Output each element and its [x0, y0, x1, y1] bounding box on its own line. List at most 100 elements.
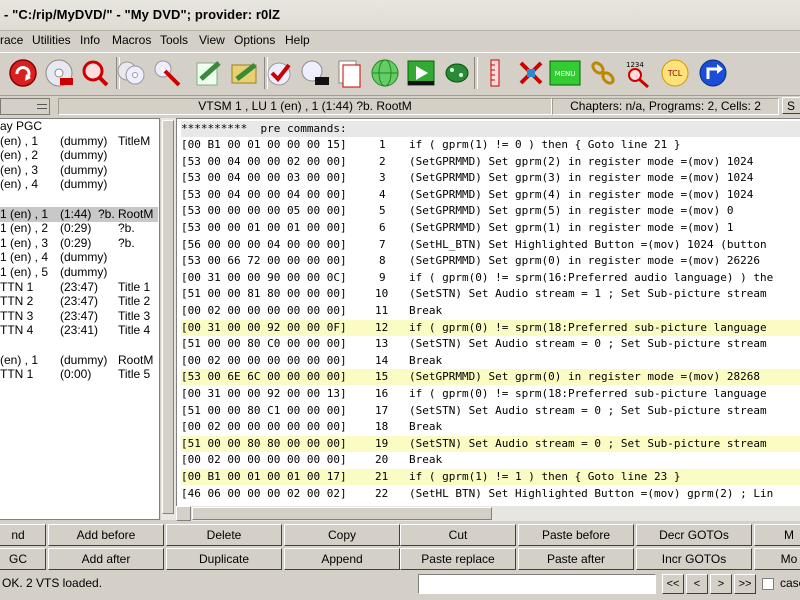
last-button[interactable]: >>	[734, 574, 756, 594]
check-icon[interactable]	[260, 55, 298, 91]
folder-icon[interactable]	[226, 55, 264, 91]
cut-button[interactable]: Cut	[400, 524, 516, 546]
incr-gotos-button[interactable]: Incr GOTOs	[636, 548, 752, 570]
command-row[interactable]: [53 00 04 00 00 02 00 00] 2 (SetGPRMMD) Se…	[181, 154, 800, 170]
delete-button[interactable]: Delete	[166, 524, 282, 546]
command-row[interactable]: [00 31 00 00 90 00 00 0C] 9 if ( gprm(0) !…	[181, 270, 800, 286]
copy-button[interactable]: Copy	[284, 524, 400, 546]
paste-before-button[interactable]: Paste before	[518, 524, 634, 546]
tree-item[interactable]	[0, 338, 158, 353]
pgc-selector[interactable]	[0, 98, 50, 115]
disc-icon[interactable]	[40, 55, 78, 91]
command-row[interactable]: [51 00 00 80 C1 00 00 00] 17 (SetSTN) Set …	[181, 403, 800, 419]
first-button[interactable]: <<	[662, 574, 684, 594]
tree-item[interactable]	[0, 192, 158, 207]
tree-item[interactable]: TTN 3 (23:47) Title 3	[0, 309, 158, 324]
menu-options[interactable]: Options	[234, 33, 275, 47]
code-hscrollbar[interactable]	[176, 506, 800, 521]
tree-item[interactable]: 1 (en) , 4 (dummy)	[0, 250, 158, 265]
tree-item[interactable]: TTN 1 (0:00) Title 5	[0, 367, 158, 382]
tree-scrollbar[interactable]	[161, 118, 176, 520]
add-before-button[interactable]: Add before	[48, 524, 164, 546]
add-after-button[interactable]: Add after	[48, 548, 164, 570]
command-row[interactable]: [53 00 04 00 00 04 00 00] 4 (SetGPRMMD) Se…	[181, 187, 800, 203]
command-row[interactable]: [53 00 00 01 00 01 00 00] 6 (SetGPRMMD) Se…	[181, 220, 800, 236]
tree-item[interactable]: 1 (en) , 5 (dummy)	[0, 265, 158, 280]
command-row[interactable]: [53 00 6E 6C 00 00 00 00] 15 (SetGPRMMD) S…	[181, 369, 800, 386]
ruler-icon[interactable]	[476, 55, 514, 91]
play-icon[interactable]	[402, 55, 440, 91]
case-checkbox[interactable]	[762, 578, 774, 590]
paste-after-button[interactable]: Paste after	[518, 548, 634, 570]
document-icon[interactable]	[330, 55, 368, 91]
append-button[interactable]: Append	[284, 548, 400, 570]
tree-item[interactable]: (en) , 2 (dummy)	[0, 148, 158, 163]
tree-item[interactable]: 1 (en) , 2 (0:29) ?b.	[0, 221, 158, 236]
tcl-magnifier-icon[interactable]: 1234	[620, 55, 658, 91]
tree-item[interactable]: (en) , 1 (dummy) RootM	[0, 353, 158, 368]
command-row[interactable]: [00 B1 00 01 00 01 00 17] 21 if ( gprm(1) …	[181, 469, 800, 485]
command-listing[interactable]: ********** pre commands: [00 B1 00 01 00…	[176, 118, 800, 521]
command-row[interactable]: [53 00 00 00 00 05 00 00] 5 (SetGPRMMD) Se…	[181, 203, 800, 219]
prev-button[interactable]: <	[686, 574, 708, 594]
tree-item[interactable]: 1 (en) , 3 (0:29) ?b.	[0, 236, 158, 251]
chain-icon[interactable]	[584, 55, 622, 91]
command-row[interactable]: [00 02 00 00 00 00 00 00] 20 Break	[181, 452, 800, 468]
more-button[interactable]: Mo	[754, 548, 800, 570]
menu-utilities[interactable]: Utilities	[32, 33, 71, 47]
magnifier-icon[interactable]	[76, 55, 114, 91]
command-row[interactable]: [46 06 00 00 00 02 00 02] 22 (SetHL BTN) S…	[181, 486, 800, 502]
discs-icon[interactable]	[112, 55, 150, 91]
tree-item[interactable]: TTN 4 (23:41) Title 4	[0, 323, 158, 338]
tcl-icon[interactable]: TCL	[656, 55, 694, 91]
scroll-left-button[interactable]	[176, 506, 191, 521]
menu-info[interactable]: Info	[80, 33, 100, 47]
pgc-button[interactable]: GC	[0, 548, 46, 570]
command-row[interactable]: [56 00 00 00 04 00 00 00] 7 (SetHL_BTN) Se…	[181, 237, 800, 253]
tree-item[interactable]: (en) , 1 (dummy) TitleM	[0, 134, 158, 149]
menu-trace[interactable]: race	[0, 33, 23, 47]
next-button[interactable]: >	[710, 574, 732, 594]
command-row[interactable]: [00 B1 00 01 00 00 00 15] 1 if ( gprm(1) !…	[181, 137, 800, 153]
command-row[interactable]: [53 00 04 00 00 03 00 00] 3 (SetGPRMMD) Se…	[181, 170, 800, 186]
s-button[interactable]: S	[782, 97, 800, 114]
find-button[interactable]: nd	[0, 524, 46, 546]
pgc-tree[interactable]: ay PGC (en) , 1 (dummy) TitleM (en) , 2 (dumm…	[0, 118, 160, 520]
scroll-thumb[interactable]	[162, 120, 174, 514]
tree-item[interactable]: (en) , 3 (dummy)	[0, 163, 158, 178]
command-row[interactable]: [00 31 00 00 92 00 00 13] 16 if ( gprm(0) …	[181, 386, 800, 402]
paste-replace-button[interactable]: Paste replace	[400, 548, 516, 570]
command-row[interactable]: [51 00 00 80 80 00 00 00] 19 (SetSTN) Set …	[181, 435, 800, 452]
duplicate-button[interactable]: Duplicate	[166, 548, 282, 570]
command-row[interactable]: [00 02 00 00 00 00 00 00] 14 Break	[181, 353, 800, 369]
menu-view[interactable]: View	[199, 33, 225, 47]
command-row[interactable]: [51 00 00 81 80 00 00 00] 10 (SetSTN) Set …	[181, 286, 800, 302]
dragon-icon[interactable]	[438, 55, 476, 91]
blue-arrow-icon[interactable]	[694, 55, 732, 91]
command-row[interactable]: [51 00 00 80 C0 00 00 00] 13 (SetSTN) Set …	[181, 336, 800, 352]
m-button[interactable]: M	[754, 524, 800, 546]
tree-item[interactable]: (en) , 4 (dummy)	[0, 177, 158, 192]
search-input[interactable]	[418, 574, 656, 594]
menu-icon[interactable]: MENU	[546, 55, 584, 91]
tree-item[interactable]: TTN 1 (23:47) Title 1	[0, 280, 158, 295]
cross-icon[interactable]	[512, 55, 550, 91]
decr-gotos-button[interactable]: Decr GOTOs	[636, 524, 752, 546]
scroll-thumb[interactable]	[192, 507, 492, 520]
tree-item-label: (en) , 1	[0, 352, 39, 367]
menu-help[interactable]: Help	[285, 33, 310, 47]
red-circle-arrow-icon[interactable]	[4, 55, 42, 91]
globe-icon[interactable]	[366, 55, 404, 91]
command-row[interactable]: [00 31 00 00 92 00 00 0F] 12 if ( gprm(0) …	[181, 319, 800, 336]
menu-tools[interactable]: Tools	[160, 33, 188, 47]
green-arrow-icon[interactable]	[190, 55, 228, 91]
wand-icon[interactable]	[148, 55, 186, 91]
disc-add-icon[interactable]	[296, 55, 334, 91]
command-row[interactable]: [00 02 00 00 00 00 00 00] 18 Break	[181, 419, 800, 435]
tree-item[interactable]: ay PGC	[0, 119, 158, 134]
command-row[interactable]: [53 00 66 72 00 00 00 00] 8 (SetGPRMMD) Se…	[181, 253, 800, 269]
tree-item[interactable]: TTN 2 (23:47) Title 2	[0, 294, 158, 309]
command-row[interactable]: [00 02 00 00 00 00 00 00] 11 Break	[181, 303, 800, 319]
tree-item[interactable]: 1 (en) , 1 (1:44) ?b. RootM	[0, 206, 158, 222]
menu-macros[interactable]: Macros	[112, 33, 151, 47]
